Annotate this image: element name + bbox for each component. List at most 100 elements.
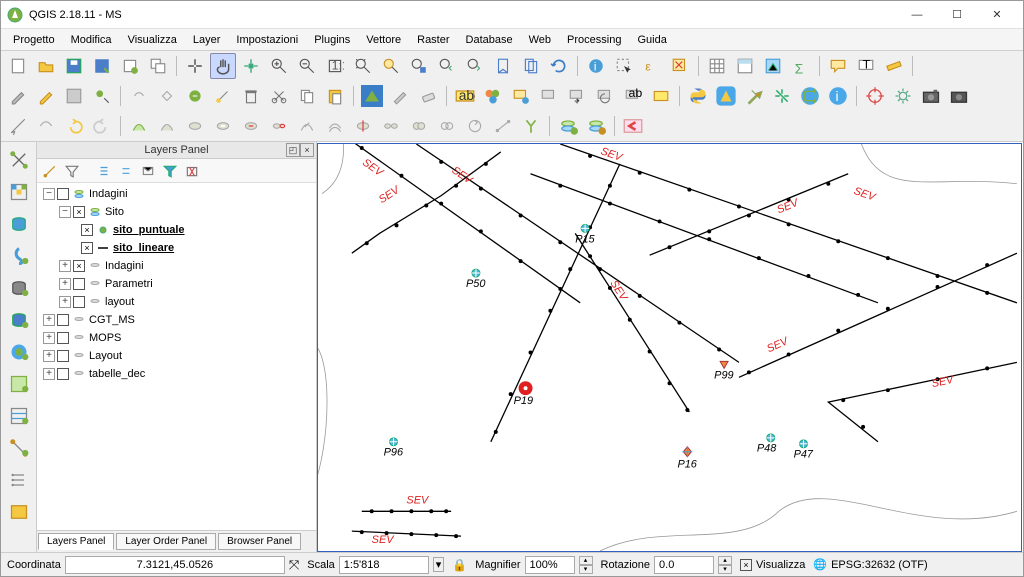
measure-button[interactable]: [881, 53, 907, 79]
add-part-button[interactable]: [182, 113, 208, 139]
deselect-button[interactable]: [667, 53, 693, 79]
zoom-out-button[interactable]: [294, 53, 320, 79]
expand-icon[interactable]: −: [43, 188, 55, 200]
style-preset-button[interactable]: [41, 162, 59, 180]
add-feature-button[interactable]: [89, 83, 115, 109]
menu-visualizza[interactable]: Visualizza: [120, 32, 185, 48]
tree-group-indagini[interactable]: − Indagini: [39, 185, 314, 203]
menu-database[interactable]: Database: [458, 32, 521, 48]
paste-button[interactable]: [322, 83, 348, 109]
dropdown-icon[interactable]: ▾: [433, 557, 445, 572]
rotation-input[interactable]: [654, 556, 714, 574]
tree-layer-sito-puntuale[interactable]: × sito_puntuale: [39, 221, 314, 239]
add-virtual-button[interactable]: [5, 498, 33, 526]
rotation-stepper[interactable]: ▴▾: [718, 556, 732, 574]
label-hide-button[interactable]: [536, 83, 562, 109]
save-project-button[interactable]: [61, 53, 87, 79]
node-tool-button[interactable]: [154, 83, 180, 109]
tree-group-layout[interactable]: + layout: [39, 293, 314, 311]
field-calculator-button[interactable]: [732, 53, 758, 79]
label-change-button[interactable]: abc: [620, 83, 646, 109]
tree-group-sito[interactable]: − × Sito: [39, 203, 314, 221]
eraser-button[interactable]: [415, 83, 441, 109]
expand-icon[interactable]: +: [59, 278, 71, 290]
target-icon[interactable]: [862, 83, 888, 109]
camera2-icon[interactable]: [946, 83, 972, 109]
hammer-icon[interactable]: [741, 83, 767, 109]
expand-all-button[interactable]: [95, 162, 113, 180]
render-checkbox[interactable]: ×: [740, 559, 752, 571]
annotation-button[interactable]: T: [853, 53, 879, 79]
refresh-button[interactable]: [546, 53, 572, 79]
add-ring-button[interactable]: [154, 113, 180, 139]
add-vector-button[interactable]: [5, 146, 33, 174]
tree-group-layoutroot[interactable]: + Layout: [39, 347, 314, 365]
pan-button[interactable]: [182, 53, 208, 79]
advanced-digitize-button[interactable]: [5, 113, 31, 139]
expand-icon[interactable]: −: [59, 206, 71, 218]
add-oracle-button[interactable]: [5, 338, 33, 366]
add-wms-button[interactable]: [5, 370, 33, 398]
toggle-editing-button[interactable]: [33, 83, 59, 109]
tree-group-cgtms[interactable]: + CGT_MS: [39, 311, 314, 329]
split-parts-button[interactable]: [378, 113, 404, 139]
checkbox[interactable]: [57, 368, 69, 380]
fork-button[interactable]: [518, 113, 544, 139]
composer-manager-button[interactable]: [145, 53, 171, 79]
add-mssql-button[interactable]: [5, 274, 33, 302]
magnifier-input[interactable]: [525, 556, 575, 574]
select-button[interactable]: [611, 53, 637, 79]
layer-tree[interactable]: − Indagini − × Sito × sito_puntuale: [37, 183, 316, 530]
maptip-button[interactable]: [825, 53, 851, 79]
extent-toggle-icon[interactable]: ⤧: [289, 557, 299, 573]
add-raster-button[interactable]: [5, 178, 33, 206]
add-wcs-button[interactable]: [5, 402, 33, 430]
menu-plugins[interactable]: Plugins: [306, 32, 358, 48]
trash-button[interactable]: [238, 83, 264, 109]
expand-icon[interactable]: +: [59, 260, 71, 272]
delete-ring-button[interactable]: [238, 113, 264, 139]
identify-button[interactable]: i: [583, 53, 609, 79]
osm-button[interactable]: [359, 83, 385, 109]
scale-input[interactable]: [339, 556, 429, 574]
open-attr-table-button[interactable]: [704, 53, 730, 79]
filter-button[interactable]: [161, 162, 179, 180]
checkbox[interactable]: [57, 350, 69, 362]
tab-layer-order-panel[interactable]: Layer Order Panel: [116, 533, 216, 550]
zoom-in-button[interactable]: [266, 53, 292, 79]
camera-icon[interactable]: [918, 83, 944, 109]
edit-toggle-button[interactable]: [5, 83, 31, 109]
label-move-button[interactable]: [564, 83, 590, 109]
add-spatialite-button[interactable]: [5, 242, 33, 270]
menu-modifica[interactable]: Modifica: [63, 32, 120, 48]
reshape-button[interactable]: [294, 113, 320, 139]
panel-close-button[interactable]: ×: [300, 143, 314, 157]
maximize-button[interactable]: ☐: [937, 2, 977, 28]
pan-touch-button[interactable]: [210, 53, 236, 79]
merge-features-button[interactable]: [406, 113, 432, 139]
move-feature-button[interactable]: [126, 83, 152, 109]
zoom-native-button[interactable]: 1:1: [322, 53, 348, 79]
status-crs[interactable]: 🌐 EPSG:32632 (OTF): [813, 558, 927, 571]
redo-button[interactable]: [89, 113, 115, 139]
gear-icon[interactable]: [890, 83, 916, 109]
rotate-point-button[interactable]: [462, 113, 488, 139]
new-composer-button[interactable]: [117, 53, 143, 79]
sum-button[interactable]: Σ: [788, 53, 814, 79]
magnifier-stepper[interactable]: ▴▾: [579, 556, 593, 574]
checkbox[interactable]: [57, 188, 69, 200]
tree-group-parametri[interactable]: + Parametri: [39, 275, 314, 293]
info-button[interactable]: i: [825, 83, 851, 109]
zoom-last-button[interactable]: [434, 53, 460, 79]
edit-tool-button[interactable]: [210, 83, 236, 109]
tab-layers-panel[interactable]: Layers Panel: [38, 533, 114, 550]
menu-processing[interactable]: Processing: [559, 32, 629, 48]
expand-icon[interactable]: +: [43, 332, 55, 344]
minimize-button[interactable]: —: [897, 2, 937, 28]
remove-layer-button[interactable]: [183, 162, 201, 180]
menu-guida[interactable]: Guida: [629, 32, 674, 48]
tree-group-mops[interactable]: + MOPS: [39, 329, 314, 347]
checkbox[interactable]: ×: [73, 206, 85, 218]
add-wfs-button[interactable]: [5, 434, 33, 462]
simplify-button[interactable]: [126, 113, 152, 139]
